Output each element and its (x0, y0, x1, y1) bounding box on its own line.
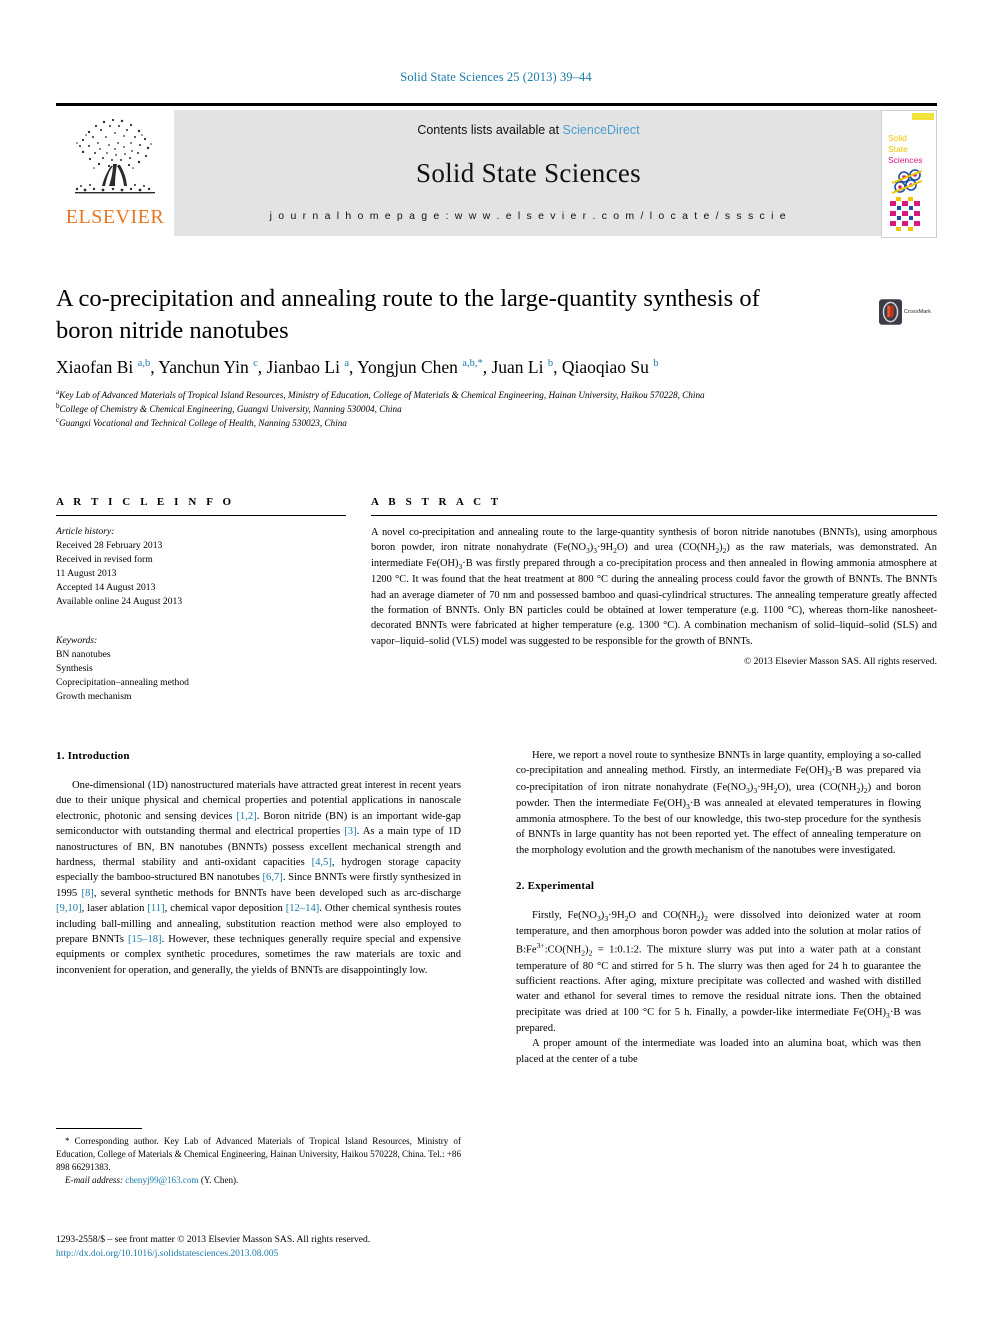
abstract-text: A novel co-precipitation and annealing r… (371, 527, 937, 647)
experimental-paragraph-2: A proper amount of the intermediate was … (516, 1038, 921, 1065)
elsevier-logo: ELSEVIER (56, 110, 174, 236)
sciencedirect-link[interactable]: ScienceDirect (563, 123, 640, 137)
contents-prefix: Contents lists available at (417, 123, 563, 137)
corresponding-author-text: * Corresponding author. Key Lab of Advan… (56, 1136, 461, 1173)
svg-text:Solid: Solid (888, 133, 907, 143)
issn-copyright-line: 1293-2558/$ – see front matter © 2013 El… (56, 1234, 371, 1245)
history-item: Received in revised form (56, 554, 153, 566)
affiliation-c: cGuangxi Vocational and Technical Colleg… (56, 416, 937, 430)
elsevier-tree-icon (75, 118, 155, 194)
affiliation-b: bCollege of Chemistry & Chemical Enginee… (56, 402, 937, 416)
abstract-copyright: © 2013 Elsevier Masson SAS. All rights r… (743, 655, 937, 667)
journal-title: Solid State Sciences (416, 158, 641, 188)
email-line: E-mail address: chenyj99@163.com (Y. Che… (56, 1174, 461, 1187)
intro-paragraph-2: Here, we report a novel route to synthes… (516, 750, 922, 856)
affiliation-c-text: Guangxi Vocational and Technical College… (59, 418, 347, 429)
crossmark-icon (879, 299, 903, 325)
running-head: Solid State Sciences 25 (2013) 39–44 (400, 70, 592, 84)
keyword-item: BN nanotubes (56, 648, 111, 660)
corresponding-author-footnote: * Corresponding author. Key Lab of Advan… (56, 1128, 461, 1187)
email-label: E-mail address: (65, 1175, 124, 1186)
author-list: Xiaofan Bi a,b, Yanchun Yin c, Jianbao L… (56, 357, 659, 377)
article-info-heading: A R T I C L E I N F O (56, 496, 235, 508)
abstract-heading: A B S T R A C T (371, 496, 502, 508)
affiliation-a: aKey Lab of Advanced Materials of Tropic… (56, 388, 937, 402)
keywords-block: Keywords: BN nanotubes Synthesis Copreci… (56, 634, 346, 704)
article-history-label: Article history: (56, 526, 115, 537)
affiliation-list: aKey Lab of Advanced Materials of Tropic… (56, 388, 937, 430)
crossmark-badge[interactable]: CrossMark (879, 289, 931, 335)
article-info-rule (56, 515, 346, 516)
history-item: 11 August 2013 (56, 568, 117, 580)
history-item: Received 28 February 2013 (56, 540, 163, 552)
keyword-item: Coprecipitation–annealing method (56, 676, 189, 688)
article-history: Article history: Received 28 February 20… (56, 525, 346, 610)
journal-masthead: ELSEVIER Contents lists available at Sci… (56, 103, 937, 238)
history-item: Available online 24 August 2013 (56, 596, 183, 608)
section-heading-experimental: 2. Experimental (516, 880, 595, 893)
keyword-item: Synthesis (56, 662, 93, 674)
intro-paragraph-1: One-dimensional (1D) nanostructured mate… (56, 780, 462, 976)
page-footer: 1293-2558/$ – see front matter © 2013 El… (56, 1233, 576, 1262)
article-info-column: A R T I C L E I N F O Article history: R… (56, 496, 346, 704)
affiliation-a-text: Key Lab of Advanced Materials of Tropica… (59, 390, 705, 401)
affiliation-b-text: College of Chemistry & Chemical Engineer… (59, 404, 402, 415)
contents-available-line: Contents lists available at ScienceDirec… (417, 123, 639, 137)
doi-link[interactable]: http://dx.doi.org/10.1016/j.solidstatesc… (56, 1247, 576, 1261)
journal-homepage-line[interactable]: j o u r n a l h o m e p a g e : w w w . … (270, 210, 788, 222)
masthead-panel: Contents lists available at ScienceDirec… (174, 110, 883, 236)
history-item: Accepted 14 August 2013 (56, 582, 156, 594)
section-heading-introduction: 1. Introduction (56, 750, 130, 762)
email-owner: (Y. Chen). (200, 1175, 239, 1186)
svg-text:Sciences: Sciences (888, 155, 923, 165)
footnote-rule (56, 1128, 142, 1129)
crossmark-label: CrossMark (904, 309, 931, 315)
abstract-column: A B S T R A C T A novel co-precipitation… (371, 496, 937, 667)
email-link[interactable]: chenyj99@163.com (125, 1175, 198, 1185)
keywords-label: Keywords: (56, 634, 98, 646)
body-column-left: 1. Introduction One-dimensional (1D) nan… (56, 748, 461, 978)
journal-cover-thumbnail: Solid State Sciences (881, 110, 937, 238)
elsevier-wordmark: ELSEVIER (65, 206, 165, 228)
journal-cover-art: Solid State Sciences (882, 111, 936, 237)
experimental-paragraph-1: Firstly, Fe(NO3)3·9H2O and CO(NH2)2 were… (516, 910, 922, 1034)
body-column-right: Here, we report a novel route to synthes… (516, 748, 921, 1067)
abstract-rule (371, 515, 937, 516)
title-block: A co-precipitation and annealing route t… (56, 283, 937, 347)
svg-text:State: State (888, 144, 908, 154)
page-title: A co-precipitation and annealing route t… (56, 285, 760, 344)
paper-page: Solid State Sciences 25 (2013) 39–44 ELS… (0, 0, 992, 1323)
keyword-item: Growth mechanism (56, 690, 132, 702)
